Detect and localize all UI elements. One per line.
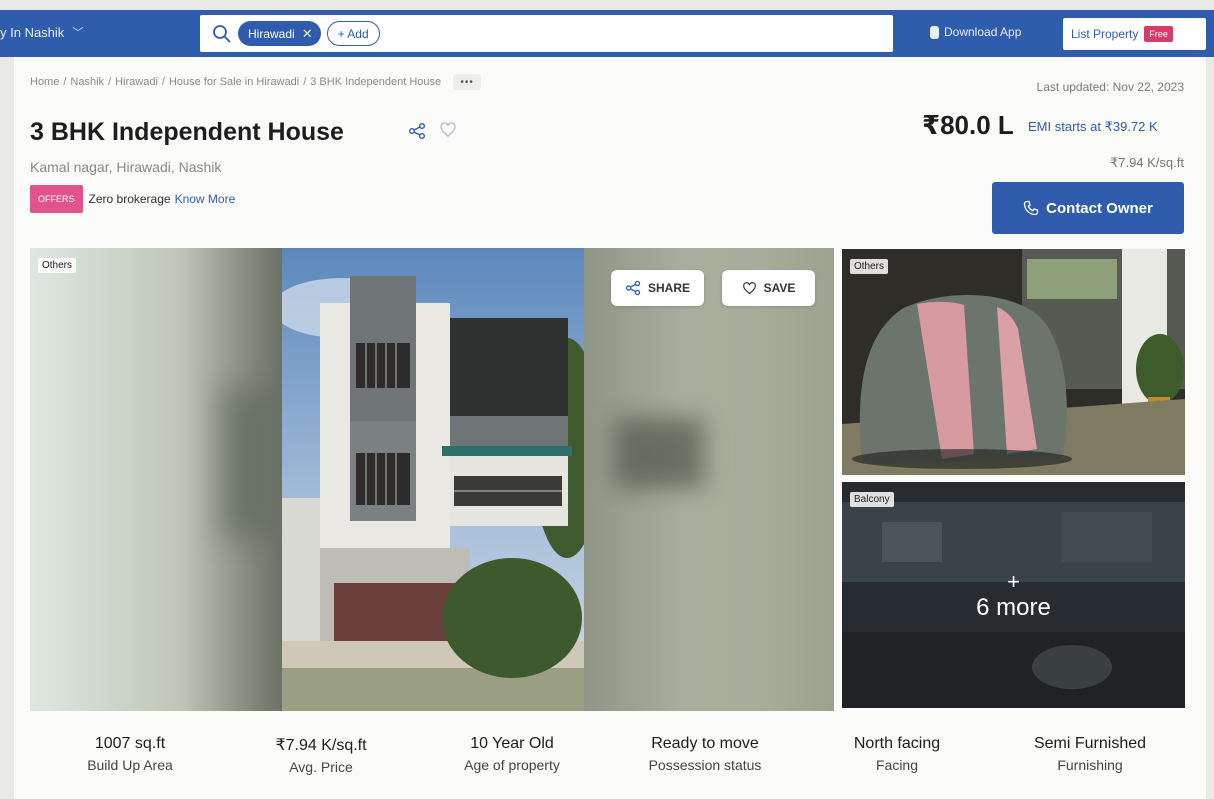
gallery-save-label: SAVE	[763, 281, 796, 295]
stat-label: Possession status	[648, 757, 762, 773]
share-icon	[625, 280, 641, 296]
breadcrumb-item-city[interactable]: Nashik	[70, 76, 104, 88]
share-icon[interactable]	[408, 122, 426, 140]
gallery-share-button[interactable]: SHARE	[611, 270, 704, 306]
contact-owner-button[interactable]: Contact Owner	[992, 182, 1184, 234]
list-property-button[interactable]: List Property Free	[1063, 18, 1206, 50]
main-photo-gallery[interactable]: Others SHARE SAVE	[30, 248, 834, 711]
property-price: ₹80.0 L	[922, 110, 1014, 140]
property-stats-row: 1007 sq.ft Build Up Area ₹7.94 K/sq.ft A…	[30, 735, 1190, 785]
property-location: Kamal nagar, Hirawadi, Nashik	[30, 159, 222, 175]
photo-tag-others: Others	[850, 259, 889, 274]
search-icon	[213, 24, 231, 43]
photo-tag-balcony: Balcony	[850, 492, 894, 507]
heart-icon[interactable]	[439, 121, 457, 139]
more-photos-overlay[interactable]: + 6 more	[842, 569, 1185, 622]
gallery-thumbnail-balcony[interactable]: Balcony + 6 more	[842, 482, 1185, 708]
heart-icon	[742, 281, 756, 294]
stat-value: 1007 sq.ft	[94, 735, 166, 752]
close-icon[interactable]: ✕	[302, 26, 313, 42]
list-property-label: List Property	[1071, 27, 1139, 41]
offer-text: Zero brokerage	[88, 192, 171, 206]
stat-label: Age of property	[464, 757, 560, 773]
breadcrumb-item-home[interactable]: Home	[30, 76, 59, 88]
search-chip-label: Hirawadi	[248, 26, 295, 41]
breadcrumb: Home / Nashik / Hirawadi / House for Sale i…	[30, 74, 482, 90]
page-title: 3 BHK Independent House	[30, 118, 344, 146]
house-photo-image	[282, 248, 584, 711]
know-more-link[interactable]: Know More	[175, 192, 236, 206]
stat-furnishing: Semi Furnished Furnishing	[990, 735, 1190, 773]
search-chip-locality[interactable]: Hirawadi ✕	[238, 21, 321, 46]
top-navigation-bar: y In Nashik ﹀ Hirawadi ✕ + Add Download …	[0, 10, 1214, 57]
download-app-label: Download App	[944, 25, 1022, 39]
city-label: y In Nashik	[0, 24, 65, 40]
stat-build-up-area: 1007 sq.ft Build Up Area	[30, 735, 230, 773]
stat-value: ₹7.94 K/sq.ft	[275, 737, 367, 754]
plus-icon: +	[1007, 569, 1020, 594]
stat-avg-price: ₹7.94 K/sq.ft Avg. Price	[221, 735, 421, 775]
gallery-blur-right	[584, 248, 834, 711]
stat-value: North facing	[853, 735, 941, 752]
breadcrumb-item-category[interactable]: House for Sale in Hirawadi	[169, 76, 299, 88]
stat-label: Furnishing	[1057, 757, 1123, 773]
stat-value: 10 Year Old	[470, 735, 554, 752]
stat-label: Avg. Price	[289, 759, 353, 775]
property-details-page: Home / Nashik / Hirawadi / House for Sale i…	[14, 57, 1206, 799]
offers-row: OFFERS Zero brokerage Know More	[30, 185, 235, 213]
house-photo[interactable]	[282, 248, 584, 711]
stat-value: Ready to move	[651, 735, 759, 752]
stat-possession-status: Ready to move Possession status	[605, 735, 805, 773]
more-photos-label: 6 more	[976, 594, 1051, 621]
chevron-down-icon: ﹀	[72, 27, 84, 39]
stat-value: Semi Furnished	[1033, 735, 1147, 752]
stat-age-of-property: 10 Year Old Age of property	[412, 735, 612, 773]
stat-facing: North facing Facing	[797, 735, 997, 773]
add-locality-button[interactable]: + Add	[326, 21, 380, 46]
download-app-link[interactable]: Download App	[930, 25, 1021, 39]
search-bar[interactable]: Hirawadi ✕ + Add	[200, 15, 893, 52]
breadcrumb-item-locality[interactable]: Hirawadi	[115, 76, 158, 88]
stat-label: Facing	[875, 757, 919, 773]
breadcrumb-more-button[interactable]: •••	[453, 74, 482, 90]
city-selector[interactable]: y In Nashik ﹀	[0, 24, 83, 40]
last-updated-text: Last updated: Nov 22, 2023	[1036, 80, 1184, 94]
gallery-thumbnail-others[interactable]: Others	[842, 249, 1185, 475]
breadcrumb-item-current: 3 BHK Independent House	[310, 76, 442, 88]
covered-car-photo	[842, 249, 1185, 475]
emi-link[interactable]: EMI starts at ₹39.72 K	[1028, 119, 1158, 135]
phone-icon	[930, 25, 939, 39]
offers-badge: OFFERS	[30, 185, 83, 213]
price-per-sqft: ₹7.94 K/sq.ft	[1109, 155, 1184, 170]
gallery-save-button[interactable]: SAVE	[722, 270, 815, 306]
free-badge: Free	[1144, 26, 1173, 42]
gallery-blur-left	[30, 248, 282, 711]
photo-tag-others: Others	[38, 258, 77, 273]
contact-owner-label: Contact Owner	[1046, 199, 1153, 217]
phone-icon	[1024, 200, 1039, 216]
stat-label: Build Up Area	[87, 757, 173, 773]
gallery-share-label: SHARE	[647, 281, 690, 295]
